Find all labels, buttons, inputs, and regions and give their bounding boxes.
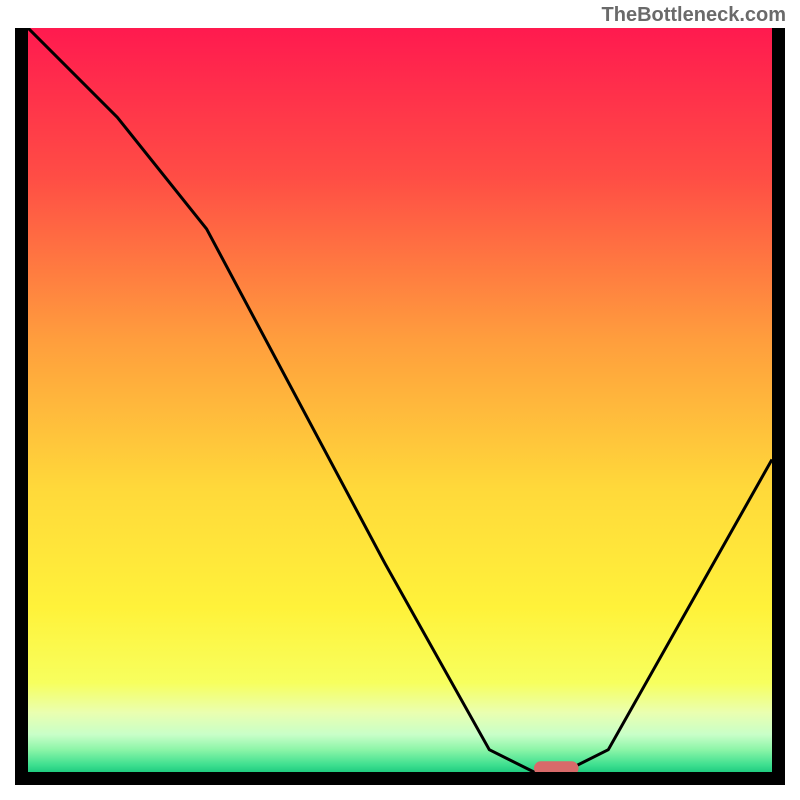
watermark-text: TheBottleneck.com [602,4,786,27]
chart-svg [28,28,772,772]
optimal-marker [534,761,579,772]
chart-container: TheBottleneck.com [0,0,800,800]
gradient-background [28,28,772,772]
plot-area [28,28,772,772]
plot-frame [15,28,785,785]
